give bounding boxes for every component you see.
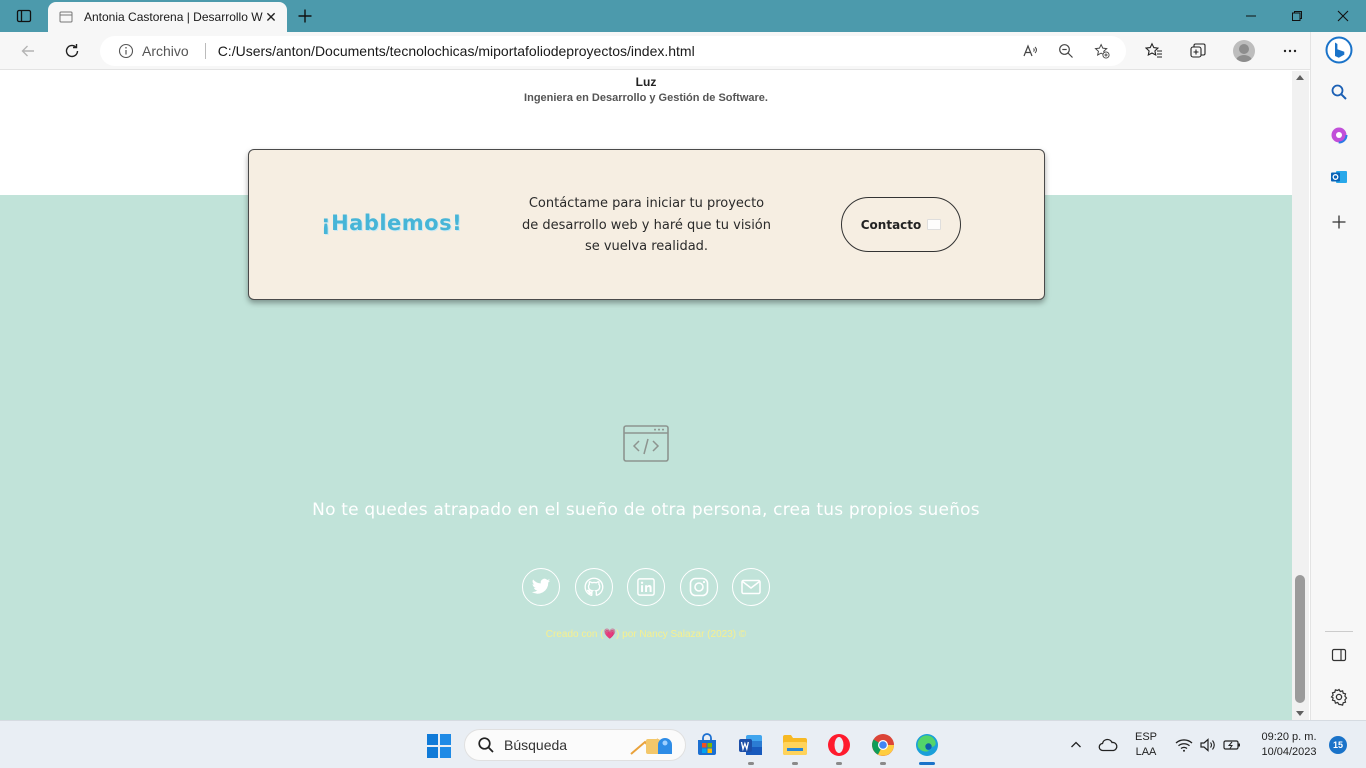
- address-url[interactable]: C:/Users/anton/Documents/tecnolochicas/m…: [218, 43, 695, 59]
- title-bar: Antonia Castorena | Desarrollo Web ✕: [0, 0, 1366, 32]
- contact-button-label: Contacto: [860, 217, 922, 232]
- close-tab-icon[interactable]: ✕: [263, 9, 279, 25]
- code-window-icon: [623, 425, 669, 462]
- restore-button[interactable]: [1274, 0, 1320, 32]
- windows-start-icon[interactable]: [426, 733, 452, 759]
- page-scrollbar[interactable]: [1292, 71, 1309, 720]
- taskbar-search-box[interactable]: Búsqueda: [464, 729, 686, 761]
- twitter-link[interactable]: [522, 568, 560, 606]
- settings-gear-icon[interactable]: [1325, 683, 1353, 711]
- clock-date: 10/04/2023: [1261, 746, 1317, 758]
- keyboard-layout: LAA: [1135, 746, 1157, 758]
- linkedin-link[interactable]: [627, 568, 665, 606]
- credit-suffix: ) por Nancy Salazar (2023) ©: [616, 629, 747, 640]
- running-indicator: [792, 762, 798, 765]
- contact-description: Contáctame para iniciar tu proyecto de d…: [521, 196, 772, 254]
- add-sidebar-app-icon[interactable]: [1325, 208, 1353, 236]
- contact-button[interactable]: Contacto: [841, 197, 961, 252]
- favorites-button[interactable]: [1140, 37, 1168, 65]
- active-indicator: [919, 762, 935, 765]
- profile-name: Luz: [635, 75, 657, 89]
- office-icon[interactable]: [1325, 121, 1353, 149]
- file-explorer-icon[interactable]: [779, 729, 811, 765]
- twitter-icon: [531, 578, 551, 594]
- language-indicator[interactable]: ESP LAA: [1130, 730, 1162, 760]
- close-window-button[interactable]: [1320, 0, 1366, 32]
- mail-icon: [741, 579, 761, 595]
- tab-title: Antonia Castorena | Desarrollo Web: [84, 10, 263, 24]
- edge-sidebar: [1310, 32, 1366, 720]
- language-code: ESP: [1134, 731, 1157, 743]
- footer-quote: No te quedes atrapado en el sueño de otr…: [312, 500, 980, 520]
- github-link[interactable]: [574, 568, 613, 606]
- windows-taskbar: Búsqueda ESP LAA 09:20 p. m. 10/04/2023 …: [0, 720, 1366, 768]
- instagram-icon: [689, 577, 708, 597]
- envelope-icon: [927, 219, 942, 230]
- info-icon[interactable]: [118, 43, 134, 59]
- scroll-up-arrow-icon[interactable]: [1296, 75, 1304, 80]
- running-indicator: [836, 762, 842, 765]
- profile-role: Ingeniera en Desarrollo y Gestión de Sof…: [524, 92, 768, 104]
- sidebar-divider: [1325, 631, 1353, 632]
- search-icon: [477, 736, 495, 754]
- microsoft-store-icon[interactable]: [691, 729, 723, 761]
- email-link[interactable]: [732, 568, 770, 606]
- page-favicon-icon: [58, 9, 74, 25]
- zoom-out-icon[interactable]: [1058, 43, 1074, 59]
- more-menu-button[interactable]: [1276, 37, 1304, 65]
- scroll-down-arrow-icon[interactable]: [1296, 711, 1304, 716]
- address-scheme-label: Archivo: [142, 43, 189, 59]
- scroll-thumb[interactable]: [1295, 575, 1305, 703]
- clock-time: 09:20 p. m.: [1261, 731, 1317, 743]
- heart-icon: 💗: [603, 629, 617, 640]
- edge-icon[interactable]: [911, 729, 943, 765]
- running-indicator: [748, 762, 754, 765]
- linkedin-icon: [637, 578, 655, 596]
- footer-credit: Creado con (💗) por Nancy Salazar (2023) …: [0, 629, 1292, 640]
- opera-icon[interactable]: [823, 729, 855, 765]
- credit-prefix: Creado con (: [545, 629, 604, 640]
- search-placeholder: Búsqueda: [504, 737, 568, 753]
- system-clock[interactable]: 09:20 p. m. 10/04/2023: [1252, 730, 1326, 760]
- volume-icon[interactable]: [1198, 721, 1218, 768]
- back-button[interactable]: [14, 37, 42, 65]
- battery-icon[interactable]: [1222, 721, 1242, 768]
- address-divider: [204, 43, 206, 59]
- chrome-icon[interactable]: [867, 729, 899, 765]
- instagram-link[interactable]: [679, 568, 718, 606]
- wifi-icon[interactable]: [1174, 721, 1194, 768]
- tab-actions-icon[interactable]: [10, 6, 38, 26]
- github-icon: [584, 577, 603, 597]
- social-links: [522, 568, 770, 606]
- minimize-button[interactable]: [1228, 0, 1274, 32]
- outlook-icon[interactable]: [1325, 163, 1353, 191]
- web-content: Luz Ingeniera en Desarrollo y Gestión de…: [0, 71, 1292, 720]
- hide-sidebar-icon[interactable]: [1325, 641, 1353, 669]
- running-indicator: [880, 762, 886, 765]
- bing-chat-button[interactable]: [1325, 36, 1353, 64]
- contact-card: ¡Hablemos! Contáctame para iniciar tu pr…: [248, 149, 1045, 300]
- address-bar[interactable]: Archivo C:/Users/anton/Documents/tecnolo…: [100, 36, 1126, 66]
- word-icon[interactable]: [735, 729, 767, 765]
- onedrive-icon[interactable]: [1096, 721, 1120, 768]
- browser-tab[interactable]: Antonia Castorena | Desarrollo Web ✕: [48, 2, 287, 32]
- profile-avatar[interactable]: [1233, 40, 1255, 62]
- show-hidden-icons-chevron-icon[interactable]: [1066, 721, 1086, 768]
- new-tab-button[interactable]: [294, 5, 316, 27]
- refresh-button[interactable]: [58, 37, 86, 65]
- collections-button[interactable]: [1184, 37, 1212, 65]
- notification-badge[interactable]: 15: [1329, 736, 1347, 754]
- contact-heading: ¡Hablemos!: [321, 211, 463, 235]
- browser-toolbar: Archivo C:/Users/anton/Documents/tecnolo…: [0, 32, 1366, 70]
- search-highlight-icon: [629, 734, 677, 758]
- read-aloud-icon[interactable]: [1022, 43, 1038, 59]
- sidebar-search-icon[interactable]: [1325, 78, 1353, 106]
- add-favorite-icon[interactable]: [1094, 43, 1110, 59]
